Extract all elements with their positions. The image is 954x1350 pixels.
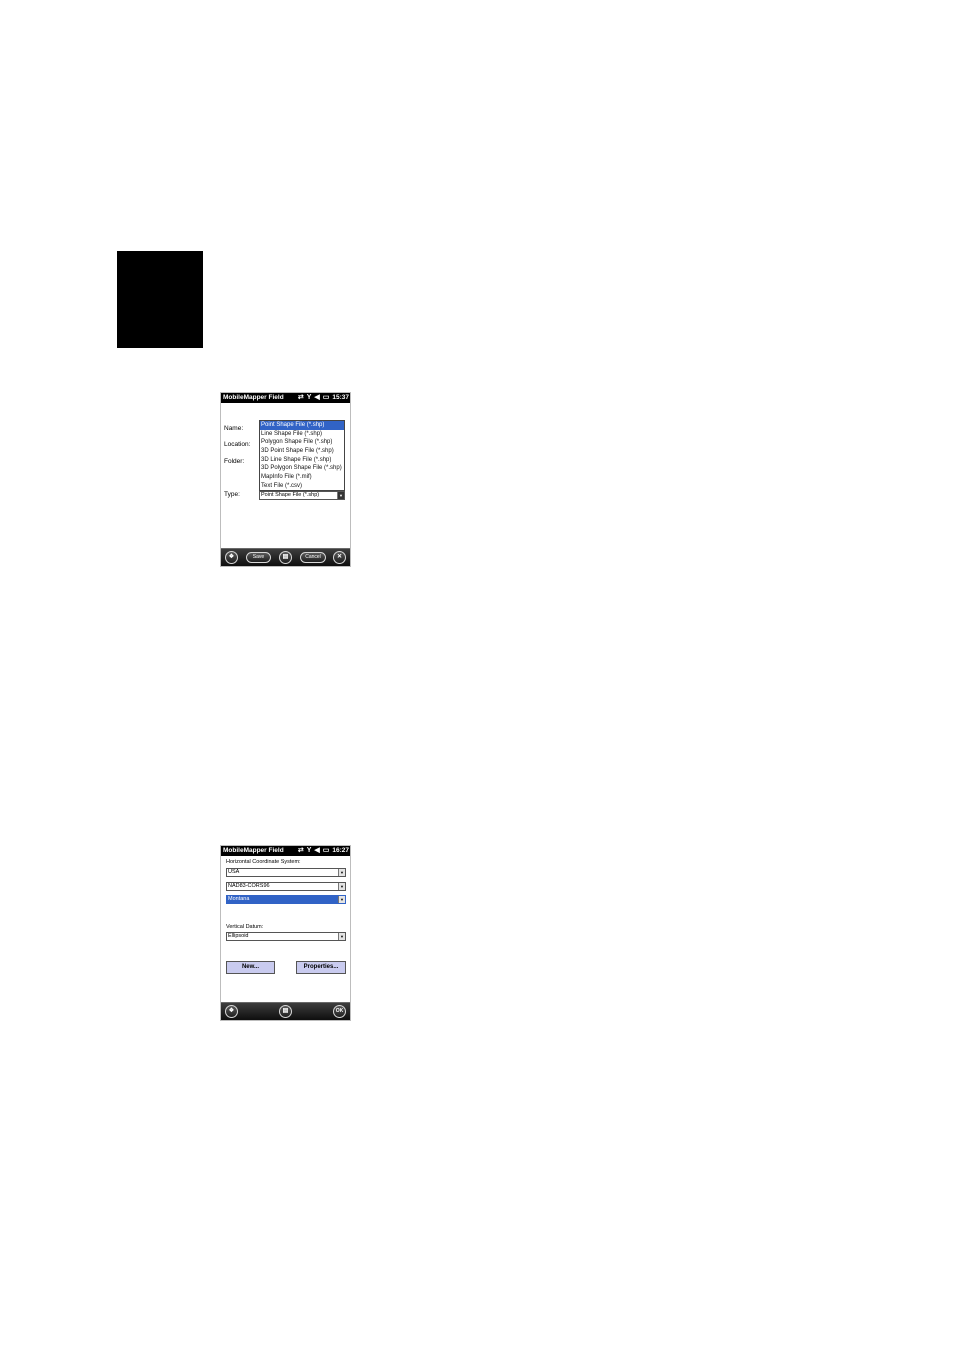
- zone-select[interactable]: Montana ▼: [226, 895, 346, 904]
- speaker-icon[interactable]: ◀: [314, 846, 319, 856]
- taskbar: ❖ ▤ OK: [221, 1002, 350, 1020]
- country-select[interactable]: USA ▼: [226, 868, 346, 877]
- folder-label: Folder:: [224, 458, 245, 465]
- type-option-3d-line-shape[interactable]: 3D Line Shape File (*.shp): [260, 456, 344, 465]
- device-screen-coordinate-system: MobileMapper Field ⇄ Y ◀ ▭ 16:27 Horizon…: [220, 845, 351, 1021]
- horizontal-coordinate-label: Horizontal Coordinate System:: [226, 859, 301, 865]
- sync-arrows-icon[interactable]: ⇄: [298, 846, 304, 856]
- speaker-icon[interactable]: ◀: [314, 393, 319, 403]
- chevron-down-icon[interactable]: ▼: [338, 869, 345, 876]
- clock[interactable]: 15:37: [332, 393, 349, 403]
- zone-select-value: Montana: [228, 896, 250, 902]
- signal-antenna-icon[interactable]: Y: [307, 846, 312, 856]
- battery-icon[interactable]: ▭: [323, 846, 330, 856]
- sync-arrows-icon[interactable]: ⇄: [298, 393, 304, 403]
- name-label: Name:: [224, 425, 244, 432]
- vertical-datum-select-value: Ellipsoid: [228, 933, 249, 939]
- type-option-3d-point-shape[interactable]: 3D Point Shape File (*.shp): [260, 447, 344, 456]
- app-title: MobileMapper Field: [223, 847, 284, 854]
- app-title: MobileMapper Field: [223, 394, 284, 401]
- save-button[interactable]: Save: [246, 552, 271, 563]
- datum-select[interactable]: NAD83-CORS96 ▼: [226, 882, 346, 891]
- close-icon[interactable]: ✕: [333, 551, 346, 564]
- properties-button[interactable]: Properties...: [296, 961, 346, 974]
- type-option-point-shape[interactable]: Point Shape File (*.shp): [260, 421, 344, 430]
- keyboard-icon[interactable]: ▤: [279, 551, 292, 564]
- signal-antenna-icon[interactable]: Y: [307, 393, 312, 403]
- vertical-datum-label: Vertical Datum:: [226, 924, 264, 930]
- battery-icon[interactable]: ▭: [323, 393, 330, 403]
- title-bar: MobileMapper Field ⇄ Y ◀ ▭ 16:27: [221, 846, 350, 856]
- ok-button[interactable]: OK: [333, 1005, 346, 1018]
- vertical-datum-select[interactable]: Ellipsoid ▼: [226, 932, 346, 941]
- type-option-mapinfo[interactable]: MapInfo File (*.mif): [260, 473, 344, 482]
- title-bar: MobileMapper Field ⇄ Y ◀ ▭ 15:37: [221, 393, 350, 403]
- type-option-polygon-shape[interactable]: Polygon Shape File (*.shp): [260, 438, 344, 447]
- type-label: Type:: [224, 491, 240, 498]
- device-screen-new-job: MobileMapper Field ⇄ Y ◀ ▭ 15:37 Name: L…: [220, 392, 351, 567]
- location-label: Location:: [224, 441, 251, 448]
- status-icons: ⇄ Y ◀ ▭ 15:37: [298, 393, 349, 403]
- chapter-tab-block: [117, 251, 203, 348]
- taskbar: ❖ Save ▤ Cancel ✕: [221, 548, 350, 566]
- new-button[interactable]: New...: [226, 961, 275, 974]
- chevron-down-icon[interactable]: ▼: [338, 896, 345, 903]
- clock[interactable]: 16:27: [332, 846, 349, 856]
- windows-start-icon[interactable]: ❖: [225, 1005, 238, 1018]
- windows-start-icon[interactable]: ❖: [225, 551, 238, 564]
- type-option-3d-polygon-shape[interactable]: 3D Polygon Shape File (*.shp): [260, 464, 344, 473]
- chevron-down-icon[interactable]: ▼: [338, 933, 345, 940]
- country-select-value: USA: [228, 869, 240, 875]
- datum-select-value: NAD83-CORS96: [228, 883, 270, 889]
- type-select-value: Point Shape File (*.shp): [261, 492, 320, 498]
- type-select[interactable]: Point Shape File (*.shp) ▼: [259, 491, 345, 500]
- keyboard-icon[interactable]: ▤: [279, 1005, 292, 1018]
- chevron-down-icon[interactable]: ▼: [337, 492, 344, 499]
- type-option-text-file[interactable]: Text File (*.csv): [260, 482, 344, 490]
- cancel-button[interactable]: Cancel: [300, 552, 326, 563]
- status-icons: ⇄ Y ◀ ▭ 16:27: [298, 846, 349, 856]
- type-option-line-shape[interactable]: Line Shape File (*.shp): [260, 430, 344, 439]
- chevron-down-icon[interactable]: ▼: [338, 883, 345, 890]
- type-dropdown-list[interactable]: Point Shape File (*.shp) Line Shape File…: [259, 420, 345, 491]
